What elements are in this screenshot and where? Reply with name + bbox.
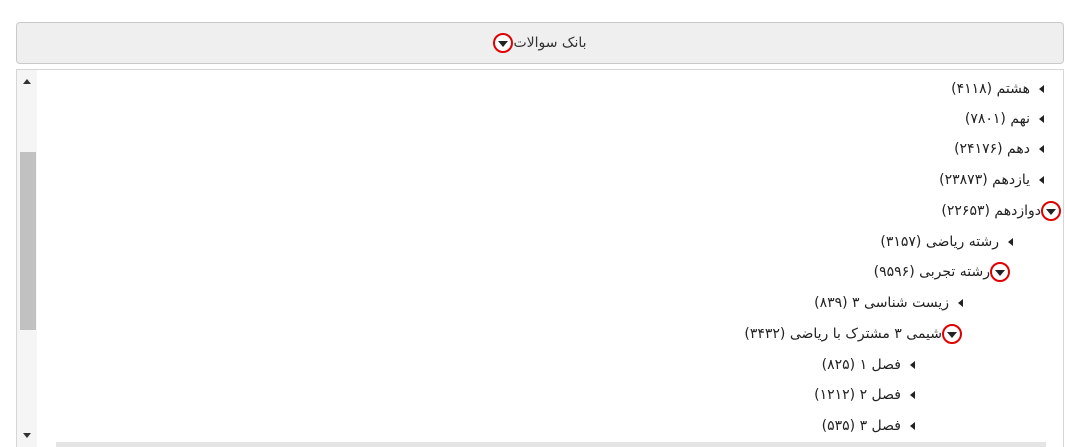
scroll-down-icon[interactable] (17, 426, 37, 444)
tree-item-label: یازدهم (۲۳۸۷۳) (939, 172, 1030, 188)
scroll-up-icon[interactable] (17, 72, 37, 90)
tree-item-grade-12[interactable]: دوازدهم (۲۲۶۵۳) (941, 196, 1061, 226)
caret-left-icon (1039, 85, 1044, 93)
header-expand-icon[interactable] (493, 33, 514, 53)
caret-left-icon (910, 361, 915, 369)
tree-item-label: زیست شناسی ۳ (۸۳۹) (814, 295, 949, 311)
question-bank-header[interactable]: بانک سوالات (16, 22, 1064, 64)
tree-item-grade-9[interactable]: نهم (۷۸۰۱) (965, 104, 1044, 134)
tree-item-biology-3[interactable]: زیست شناسی ۳ (۸۳۹) (814, 288, 963, 318)
tree-item-label: فصل ۱ (۸۲۵) (821, 357, 901, 373)
tree-item-math-track[interactable]: رشته ریاضی (۳۱۵۷) (880, 227, 1013, 257)
caret-left-icon (958, 299, 963, 307)
tree-item-science-track[interactable]: رشته تجربی (۹۵۹۶) (874, 257, 1010, 287)
tree-panel: هشتم (۴۱۱۸) نهم (۷۸۰۱) دهم (۲۴۱۷۶) یازده… (16, 69, 1064, 447)
vertical-scrollbar[interactable] (17, 70, 37, 447)
tree-item-label: نهم (۷۸۰۱) (964, 111, 1030, 127)
tree-item-grade-10[interactable]: دهم (۲۴۱۷۶) (954, 134, 1044, 164)
horizontal-scroll-track[interactable] (56, 442, 1046, 447)
caret-left-icon (910, 422, 915, 430)
circled-caret-down-icon[interactable] (990, 262, 1010, 282)
caret-left-icon (1039, 176, 1044, 184)
header-title: بانک سوالات (513, 35, 587, 51)
tree-item-chapter-3[interactable]: فصل ۳ (۵۳۵) (822, 411, 915, 441)
tree-item-label: فصل ۲ (۱۲۱۲) (814, 387, 901, 403)
tree-item-label: رشته ریاضی (۳۱۵۷) (880, 234, 999, 250)
tree-item-label: هشتم (۴۱۱۸) (951, 81, 1030, 97)
tree-item-label: شیمی ۳ مشترک با ریاضی (۳۴۳۲) (744, 326, 942, 342)
tree-item-label: فصل ۳ (۵۳۵) (821, 418, 901, 434)
tree-item-grade-11[interactable]: یازدهم (۲۳۸۷۳) (939, 165, 1044, 195)
circled-caret-down-icon[interactable] (1041, 201, 1061, 221)
tree-item-grade-8[interactable]: هشتم (۴۱۱۸) (951, 74, 1044, 104)
tree-item-chapter-2[interactable]: فصل ۲ (۱۲۱۲) (814, 380, 915, 410)
tree-item-label: دوازدهم (۲۲۶۵۳) (941, 203, 1041, 219)
tree-item-label: رشته تجربی (۹۵۹۶) (873, 264, 990, 280)
caret-left-icon (1008, 238, 1013, 246)
tree-item-chapter-1[interactable]: فصل ۱ (۸۲۵) (822, 350, 915, 380)
scroll-thumb[interactable] (20, 152, 36, 330)
caret-left-icon (1039, 115, 1044, 123)
caret-left-icon (1039, 145, 1044, 153)
caret-left-icon (910, 391, 915, 399)
tree-item-chemistry-3[interactable]: شیمی ۳ مشترک با ریاضی (۳۴۳۲) (744, 319, 962, 349)
tree-item-label: دهم (۲۴۱۷۶) (954, 141, 1030, 157)
circled-caret-down-icon[interactable] (942, 324, 962, 344)
